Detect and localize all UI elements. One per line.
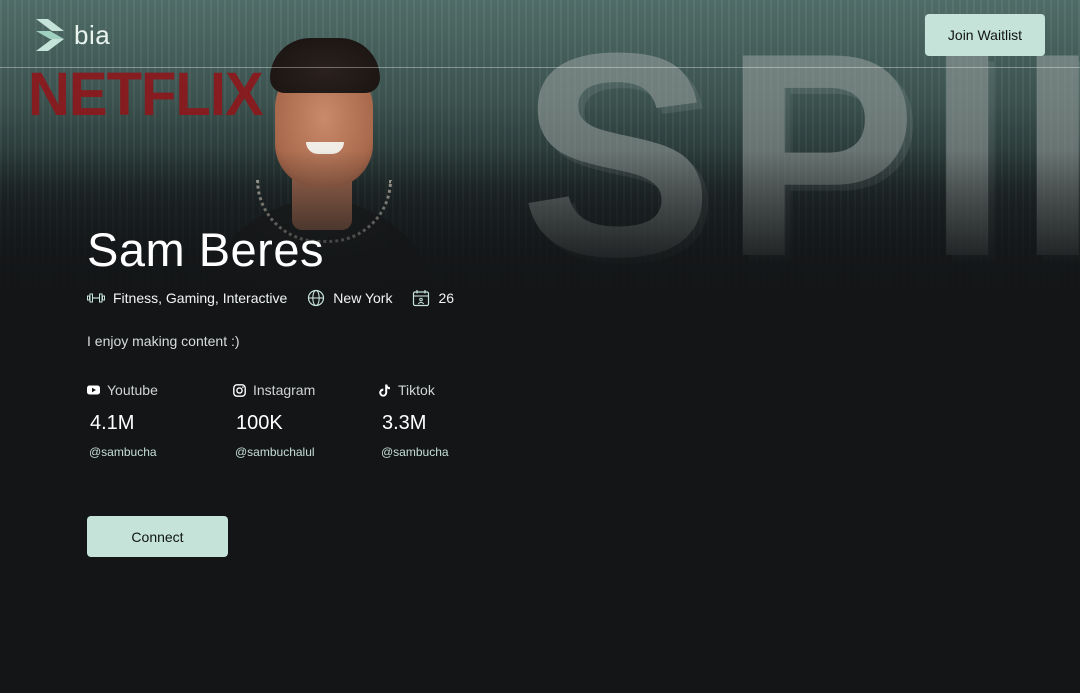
calendar-icon	[413, 290, 430, 307]
location-text: New York	[333, 290, 393, 306]
globe-icon	[308, 289, 325, 307]
profile-page: NETFLIX SPII bia Join Waitlist Sam Beres	[0, 0, 1080, 693]
connect-button[interactable]: Connect	[87, 516, 228, 557]
social-stats: Youtube 4.1M @sambucha Instagram 100K @s…	[87, 381, 525, 459]
social-tiktok[interactable]: Tiktok 3.3M @sambucha	[379, 381, 525, 459]
social-platform-label: Youtube	[107, 382, 158, 398]
social-handle[interactable]: @sambucha	[87, 445, 233, 459]
tiktok-icon	[379, 384, 390, 397]
meta-categories: Fitness, Gaming, Interactive	[87, 290, 287, 306]
social-youtube[interactable]: Youtube 4.1M @sambucha	[87, 381, 233, 459]
follower-count: 3.3M	[382, 412, 427, 434]
profile-name: Sam Beres	[87, 223, 324, 276]
meta-location: New York	[307, 289, 392, 307]
profile-meta: Fitness, Gaming, Interactive New York 26	[87, 289, 474, 307]
follower-count: 100K	[236, 412, 283, 434]
bia-logo-icon	[36, 19, 64, 51]
social-handle[interactable]: @sambuchalul	[233, 445, 379, 459]
age-text: 26	[438, 290, 455, 306]
brand-logo[interactable]: bia	[34, 17, 110, 53]
follower-count: 4.1M	[90, 412, 135, 434]
profile-bio: I enjoy making content :)	[87, 333, 240, 349]
youtube-icon	[87, 385, 100, 395]
join-waitlist-button[interactable]: Join Waitlist	[925, 14, 1045, 56]
social-instagram[interactable]: Instagram 100K @sambuchalul	[233, 381, 379, 459]
instagram-icon	[233, 383, 246, 397]
social-platform-label: Instagram	[253, 382, 316, 398]
header-divider	[0, 67, 1080, 68]
dumbbell-icon	[87, 293, 105, 303]
social-handle[interactable]: @sambucha	[379, 445, 525, 459]
meta-age: 26	[412, 289, 454, 307]
brand-name: bia	[74, 19, 111, 50]
social-platform-label: Tiktok	[398, 382, 435, 398]
categories-text: Fitness, Gaming, Interactive	[113, 290, 288, 306]
